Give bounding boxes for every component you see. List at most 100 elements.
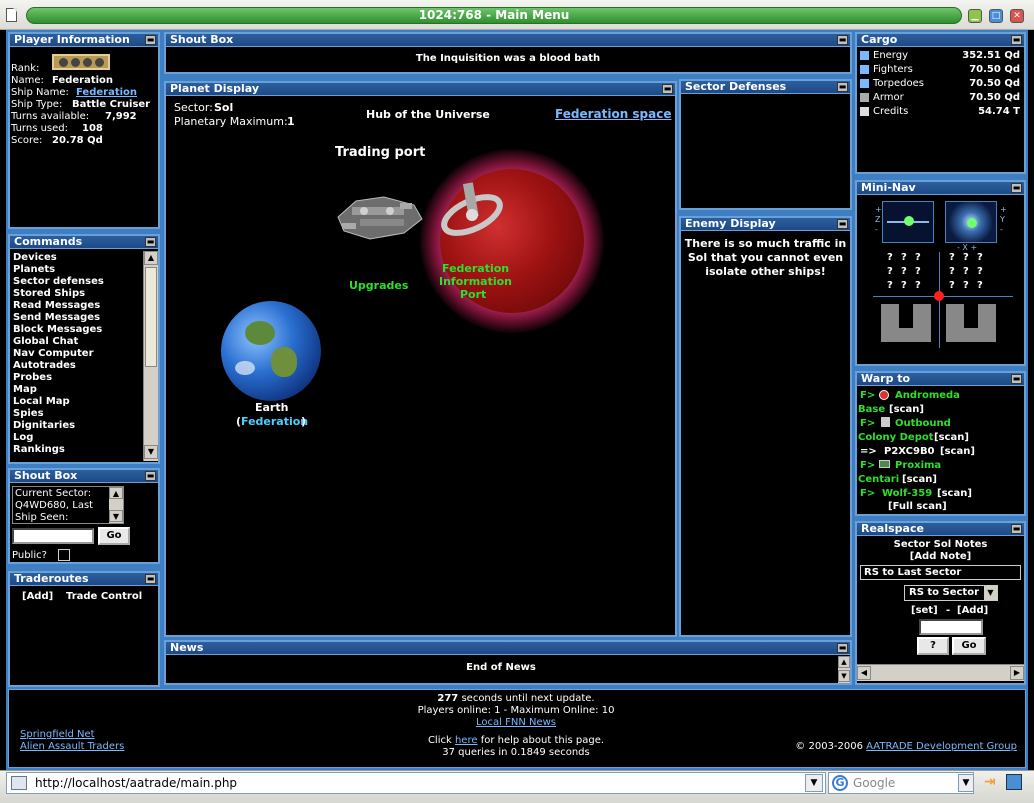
minimize-panel-button[interactable]: ▬ <box>145 574 156 584</box>
unknown-sector-marker[interactable]: ? <box>949 252 955 264</box>
add-traderoute-link[interactable]: [Add] <box>22 591 53 603</box>
scan-link[interactable]: [scan] <box>902 474 937 486</box>
scan-link[interactable]: [scan] <box>934 432 969 444</box>
unknown-sector-marker[interactable]: ? <box>949 266 955 278</box>
command-link[interactable]: Rankings <box>13 444 65 456</box>
shout-scrollbar[interactable]: ▲ ▼ <box>109 487 123 523</box>
realspace-scrollbar[interactable]: ◀ ▶ <box>857 664 1024 681</box>
url-input[interactable]: http://localhost/aatrade/main.php <box>6 772 826 794</box>
minimize-panel-button[interactable]: ▬ <box>1011 374 1022 384</box>
scroll-up-button[interactable]: ▲ <box>144 251 158 265</box>
shout-input[interactable] <box>12 528 94 544</box>
earth-planet-icon[interactable] <box>221 301 321 401</box>
scroll-thumb[interactable] <box>145 267 157 367</box>
scroll-up-button[interactable]: ▲ <box>838 656 850 668</box>
unknown-sector-marker[interactable]: ? <box>901 280 907 292</box>
command-link[interactable]: Read Messages <box>13 300 100 312</box>
side-view-map[interactable] <box>882 201 934 243</box>
warp-link-proxima[interactable]: Proxima <box>895 460 941 472</box>
command-link[interactable]: Global Chat <box>13 336 78 348</box>
unknown-sector-marker[interactable]: ? <box>963 266 969 278</box>
unknown-sector-marker[interactable]: ? <box>977 266 983 278</box>
command-link[interactable]: Probes <box>13 372 52 384</box>
federation-port-station-icon[interactable] <box>434 181 506 241</box>
warp-link-andromeda[interactable]: Andromeda <box>895 390 960 402</box>
unknown-sector-marker[interactable]: ? <box>915 280 921 292</box>
command-link[interactable]: Sector defenses <box>13 276 104 288</box>
news-scrollbar[interactable]: ▲ ▼ <box>838 656 850 683</box>
minimize-panel-button[interactable]: ▬ <box>1011 524 1022 534</box>
warp-link-proxima[interactable]: Centari <box>858 474 899 486</box>
minimize-panel-button[interactable]: ▬ <box>145 237 156 247</box>
unknown-sector-marker[interactable]: ? <box>977 280 983 292</box>
fed-info-line[interactable]: Information <box>439 276 512 288</box>
unknown-sector-marker[interactable]: ? <box>963 252 969 264</box>
minimize-panel-button[interactable]: ▬ <box>1011 183 1022 193</box>
upgrades-station-icon[interactable] <box>334 187 424 243</box>
command-link[interactable]: Log <box>13 432 33 444</box>
scroll-left-button[interactable]: ◀ <box>857 666 871 680</box>
rs-go-button[interactable]: Go <box>952 637 986 655</box>
search-dropdown-button[interactable]: ▼ <box>958 774 974 792</box>
close-window-button[interactable]: ✕ <box>1010 9 1024 23</box>
warp-link-wolf-359[interactable]: Wolf-359 <box>882 488 932 500</box>
print-icon[interactable] <box>1006 774 1022 790</box>
minimize-window-button[interactable]: ▁ <box>968 9 982 23</box>
unknown-sector-marker[interactable]: ? <box>963 280 969 292</box>
commands-scrollbar[interactable]: ▲ ▼ <box>143 251 158 461</box>
chevron-down-icon[interactable]: ▼ <box>984 586 997 600</box>
scan-link[interactable]: [scan] <box>937 488 972 500</box>
warp-link-andromeda[interactable]: Base <box>858 404 885 416</box>
shout-go-button[interactable]: Go <box>98 527 130 545</box>
help-here-link[interactable]: here <box>455 735 478 746</box>
add-link[interactable]: [Add] <box>957 605 988 617</box>
command-link[interactable]: Map <box>13 384 37 396</box>
scroll-right-button[interactable]: ▶ <box>1010 666 1024 680</box>
unknown-sector-marker[interactable]: ? <box>915 252 921 264</box>
rs-sector-input[interactable] <box>919 619 983 635</box>
rs-help-button[interactable]: ? <box>917 637 949 655</box>
rs-to-sector-select[interactable]: RS to Sector ▼ <box>904 585 998 601</box>
scroll-down-button[interactable]: ▼ <box>109 510 123 522</box>
public-checkbox[interactable] <box>58 549 70 561</box>
fed-info-line[interactable]: Port <box>460 289 486 301</box>
federation-space-link[interactable]: Federation space <box>555 108 672 120</box>
unknown-sector-marker[interactable]: ? <box>887 280 893 292</box>
minimize-panel-button[interactable]: ▬ <box>837 643 848 653</box>
full-scan-link[interactable]: [Full scan] <box>888 501 947 513</box>
url-dropdown-button[interactable]: ▼ <box>805 774 823 792</box>
upgrades-link[interactable]: Upgrades <box>349 280 408 292</box>
fnn-news-link[interactable]: Local FNN News <box>476 717 556 728</box>
unknown-sector-marker[interactable]: ? <box>901 252 907 264</box>
trade-control-link[interactable]: Trade Control <box>66 591 142 603</box>
command-link[interactable]: Nav Computer <box>13 348 94 360</box>
ship-name-link[interactable]: Federation <box>76 87 137 99</box>
minimize-panel-button[interactable]: ▬ <box>1011 35 1022 45</box>
minimize-panel-button[interactable]: ▬ <box>145 471 156 481</box>
galaxy-map[interactable] <box>945 201 997 243</box>
scan-link[interactable]: [scan] <box>940 446 975 458</box>
command-link[interactable]: Send Messages <box>13 312 100 324</box>
warp-link-outbound[interactable]: Colony Depot <box>858 432 934 444</box>
command-link[interactable]: Dignitaries <box>13 420 75 432</box>
scroll-down-button[interactable]: ▼ <box>144 445 158 459</box>
scan-link[interactable]: [scan] <box>889 404 924 416</box>
go-arrow-icon[interactable]: ⇥ <box>984 774 1000 790</box>
add-note-link[interactable]: [Add Note] <box>857 551 1024 563</box>
command-link[interactable]: Stored Ships <box>13 288 85 300</box>
rs-last-sector-button[interactable]: RS to Last Sector <box>860 565 1021 580</box>
scroll-up-button[interactable]: ▲ <box>109 487 123 499</box>
unknown-sector-marker[interactable]: ? <box>949 280 955 292</box>
aatrade-group-link[interactable]: AATRADE Development Group <box>866 741 1017 752</box>
unknown-sector-marker[interactable]: ? <box>887 266 893 278</box>
command-link[interactable]: Local Map <box>13 396 70 408</box>
command-link[interactable]: Autotrades <box>13 360 76 372</box>
minimize-panel-button[interactable]: ▬ <box>662 84 673 94</box>
fed-info-line[interactable]: Federation <box>442 263 509 275</box>
unknown-sector-marker[interactable]: ? <box>887 252 893 264</box>
unknown-sector-marker[interactable]: ? <box>977 252 983 264</box>
command-link[interactable]: Planets <box>13 264 55 276</box>
warp-link-outbound[interactable]: Outbound <box>895 418 951 430</box>
unknown-sector-marker[interactable]: ? <box>901 266 907 278</box>
minimize-panel-button[interactable]: ▬ <box>837 35 848 45</box>
